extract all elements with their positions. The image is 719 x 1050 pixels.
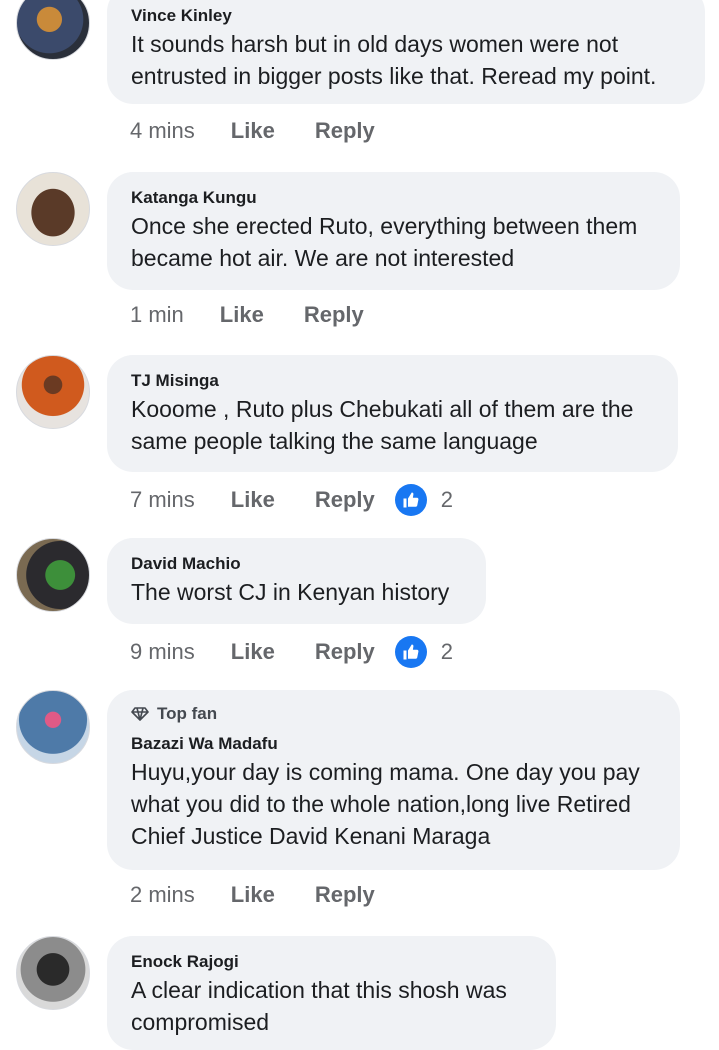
- comment-author[interactable]: Vince Kinley: [131, 4, 681, 28]
- reaction-summary[interactable]: 2: [394, 636, 453, 668]
- comment-timestamp[interactable]: 2 mins: [130, 882, 195, 908]
- comment-actions: 1 min Like Reply: [130, 302, 404, 328]
- comment-timestamp[interactable]: 1 min: [130, 302, 184, 328]
- comment-actions: 4 mins Like Reply: [130, 118, 415, 144]
- like-button[interactable]: Like: [231, 118, 275, 144]
- thumbs-up-icon: [394, 484, 427, 516]
- reaction-count: 2: [440, 487, 453, 512]
- comment-actions: 7 mins Like Reply 2: [130, 484, 453, 516]
- diamond-icon: [131, 707, 149, 721]
- reply-button[interactable]: Reply: [304, 302, 364, 328]
- comment-text: Kooome , Ruto plus Chebukati all of them…: [131, 396, 634, 454]
- comment-text: Once she erected Ruto, everything betwee…: [131, 213, 638, 271]
- comment-bubble: TJ Misinga Kooome , Ruto plus Chebukati …: [107, 355, 678, 472]
- comment-timestamp[interactable]: 7 mins: [130, 487, 195, 513]
- comment-actions: 2 mins Like Reply: [130, 882, 415, 908]
- comment-author[interactable]: Bazazi Wa Madafu: [131, 732, 656, 756]
- reply-button[interactable]: Reply: [315, 882, 375, 908]
- comment-text: A clear indication that this shosh was c…: [131, 977, 507, 1035]
- like-button[interactable]: Like: [231, 639, 275, 665]
- reaction-count: 2: [440, 639, 453, 664]
- avatar[interactable]: [16, 538, 90, 612]
- comment-actions: 9 mins Like Reply 2: [130, 636, 453, 668]
- reaction-summary[interactable]: 2: [394, 484, 453, 516]
- top-fan-badge: Top fan: [131, 704, 656, 724]
- comment-bubble: David Machio The worst CJ in Kenyan hist…: [107, 538, 486, 624]
- comment-timestamp[interactable]: 9 mins: [130, 639, 195, 665]
- comment-bubble: Top fan Bazazi Wa Madafu Huyu,your day i…: [107, 690, 680, 870]
- like-button[interactable]: Like: [231, 487, 275, 513]
- avatar[interactable]: [16, 355, 90, 429]
- comment-author[interactable]: Enock Rajogi: [131, 950, 532, 974]
- avatar[interactable]: [16, 936, 90, 1010]
- reply-button[interactable]: Reply: [315, 487, 375, 513]
- comment-text: The worst CJ in Kenyan history: [131, 579, 450, 605]
- comment-timestamp[interactable]: 4 mins: [130, 118, 195, 144]
- reply-button[interactable]: Reply: [315, 639, 375, 665]
- comment-author[interactable]: Katanga Kungu: [131, 186, 656, 210]
- thumbs-up-icon: [394, 636, 427, 668]
- top-fan-label: Top fan: [157, 704, 218, 723]
- avatar[interactable]: [16, 0, 90, 60]
- reply-button[interactable]: Reply: [315, 118, 375, 144]
- like-button[interactable]: Like: [231, 882, 275, 908]
- comment-author[interactable]: TJ Misinga: [131, 369, 654, 393]
- like-button[interactable]: Like: [220, 302, 264, 328]
- avatar[interactable]: [16, 172, 90, 246]
- comment-bubble: Vince Kinley It sounds harsh but in old …: [107, 0, 705, 104]
- avatar[interactable]: [16, 690, 90, 764]
- comment-author[interactable]: David Machio: [131, 552, 462, 576]
- comment-bubble: Katanga Kungu Once she erected Ruto, eve…: [107, 172, 680, 290]
- comment-text: It sounds harsh but in old days women we…: [131, 31, 657, 89]
- comment-bubble: Enock Rajogi A clear indication that thi…: [107, 936, 556, 1050]
- comment-text: Huyu,your day is coming mama. One day yo…: [131, 759, 640, 849]
